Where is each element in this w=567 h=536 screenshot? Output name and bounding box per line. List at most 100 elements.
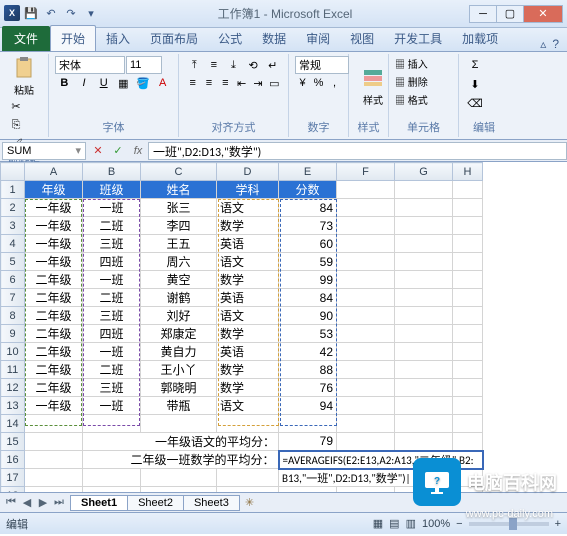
cell[interactable]	[395, 271, 453, 289]
cell[interactable]: 一年级	[25, 217, 83, 235]
undo-icon[interactable]: ↶	[42, 5, 60, 23]
align-left-icon[interactable]: ≡	[185, 74, 200, 92]
cell[interactable]	[337, 433, 395, 451]
italic-icon[interactable]: I	[75, 74, 94, 92]
cell[interactable]	[337, 361, 395, 379]
tab-formulas[interactable]: 公式	[208, 26, 252, 51]
currency-icon[interactable]: ¥	[295, 74, 310, 92]
cell[interactable]	[453, 487, 483, 493]
cell[interactable]: 99	[279, 271, 337, 289]
cell[interactable]	[337, 235, 395, 253]
cell[interactable]	[395, 289, 453, 307]
summary-value[interactable]: 79	[279, 433, 337, 451]
zoom-out-icon[interactable]: −	[456, 518, 462, 530]
cell[interactable]	[25, 469, 83, 487]
cell[interactable]: 数学	[217, 325, 279, 343]
row-header[interactable]: 17	[1, 469, 25, 487]
cell[interactable]	[337, 325, 395, 343]
cell[interactable]: 黄空	[141, 271, 217, 289]
col-header-f[interactable]: F	[337, 163, 395, 181]
border-icon[interactable]: ▦	[114, 74, 133, 92]
cell[interactable]: 三班	[83, 379, 141, 397]
font-color-icon[interactable]: A	[153, 74, 172, 92]
cell[interactable]	[337, 487, 395, 493]
cell[interactable]	[25, 487, 83, 493]
close-button[interactable]: ✕	[523, 5, 563, 23]
sheet-tab[interactable]: Sheet1	[70, 495, 128, 511]
row-header[interactable]: 16	[1, 451, 25, 469]
select-all-corner[interactable]	[1, 163, 25, 181]
cell[interactable]	[337, 199, 395, 217]
cell[interactable]: 二班	[83, 217, 141, 235]
help-icon[interactable]: ?	[552, 37, 559, 51]
cell[interactable]: 三班	[83, 235, 141, 253]
cell[interactable]	[337, 289, 395, 307]
cell[interactable]	[337, 343, 395, 361]
cell[interactable]	[453, 361, 483, 379]
view-pagebreak-icon[interactable]: ▥	[406, 517, 416, 530]
cell[interactable]	[453, 271, 483, 289]
cell[interactable]	[83, 415, 141, 433]
row-header[interactable]: 13	[1, 397, 25, 415]
cut-icon[interactable]: ✂	[6, 97, 26, 115]
cell[interactable]: 李四	[141, 217, 217, 235]
col-header-b[interactable]: B	[83, 163, 141, 181]
summary-label[interactable]: 一年级语文的平均分：	[83, 433, 279, 451]
cell[interactable]: 谢鹤	[141, 289, 217, 307]
cell[interactable]: 二年级	[25, 271, 83, 289]
cell[interactable]: 42	[279, 343, 337, 361]
cell[interactable]: 84	[279, 289, 337, 307]
cell[interactable]: 60	[279, 235, 337, 253]
col-header-c[interactable]: C	[141, 163, 217, 181]
cell[interactable]	[395, 487, 453, 493]
cell[interactable]: 二年级	[25, 343, 83, 361]
align-top-icon[interactable]: ⤒	[185, 56, 204, 74]
header-cell[interactable]: 分数	[279, 181, 337, 199]
cell[interactable]	[453, 217, 483, 235]
cell[interactable]: 郭晓明	[141, 379, 217, 397]
cell[interactable]	[395, 397, 453, 415]
cell[interactable]: 语文	[217, 199, 279, 217]
cell[interactable]	[337, 253, 395, 271]
row-header[interactable]: 3	[1, 217, 25, 235]
zoom-slider[interactable]	[469, 522, 549, 526]
fill-color-icon[interactable]: 🪣	[134, 74, 153, 92]
redo-icon[interactable]: ↷	[62, 5, 80, 23]
cell[interactable]: 二年级	[25, 379, 83, 397]
paste-button[interactable]: 粘贴	[6, 56, 42, 97]
align-middle-icon[interactable]: ≡	[205, 56, 224, 74]
cell[interactable]	[453, 343, 483, 361]
align-center-icon[interactable]: ≡	[201, 74, 216, 92]
cell[interactable]: 84	[279, 199, 337, 217]
tab-developer[interactable]: 开发工具	[384, 26, 452, 51]
cell[interactable]: 90	[279, 307, 337, 325]
cell[interactable]: 四班	[83, 253, 141, 271]
cell[interactable]	[453, 199, 483, 217]
summary-label[interactable]: 二年级一班数学的平均分：	[83, 451, 279, 469]
decrease-indent-icon[interactable]: ⇤	[234, 74, 249, 92]
col-header-h[interactable]: H	[453, 163, 483, 181]
percent-icon[interactable]: %	[311, 74, 326, 92]
row-header[interactable]: 12	[1, 379, 25, 397]
cell[interactable]: 数学	[217, 271, 279, 289]
cell[interactable]	[395, 415, 453, 433]
cell[interactable]	[395, 199, 453, 217]
copy-icon[interactable]: ⎘	[6, 116, 26, 134]
header-cell[interactable]: 姓名	[141, 181, 217, 199]
minimize-button[interactable]: ─	[469, 5, 497, 23]
cell[interactable]: 88	[279, 361, 337, 379]
new-sheet-icon[interactable]: ✳	[239, 495, 260, 510]
row-header[interactable]: 11	[1, 361, 25, 379]
cell[interactable]: 三班	[83, 307, 141, 325]
cell[interactable]	[453, 235, 483, 253]
cell[interactable]: 张三	[141, 199, 217, 217]
autosum-icon[interactable]: Σ	[465, 56, 485, 74]
cell[interactable]	[141, 415, 217, 433]
cell[interactable]	[453, 253, 483, 271]
cell[interactable]	[337, 271, 395, 289]
merge-icon[interactable]: ▭	[267, 74, 282, 92]
header-cell[interactable]: 年级	[25, 181, 83, 199]
cell[interactable]: 73	[279, 217, 337, 235]
cell[interactable]: 数学	[217, 217, 279, 235]
cell[interactable]: 一班	[83, 271, 141, 289]
